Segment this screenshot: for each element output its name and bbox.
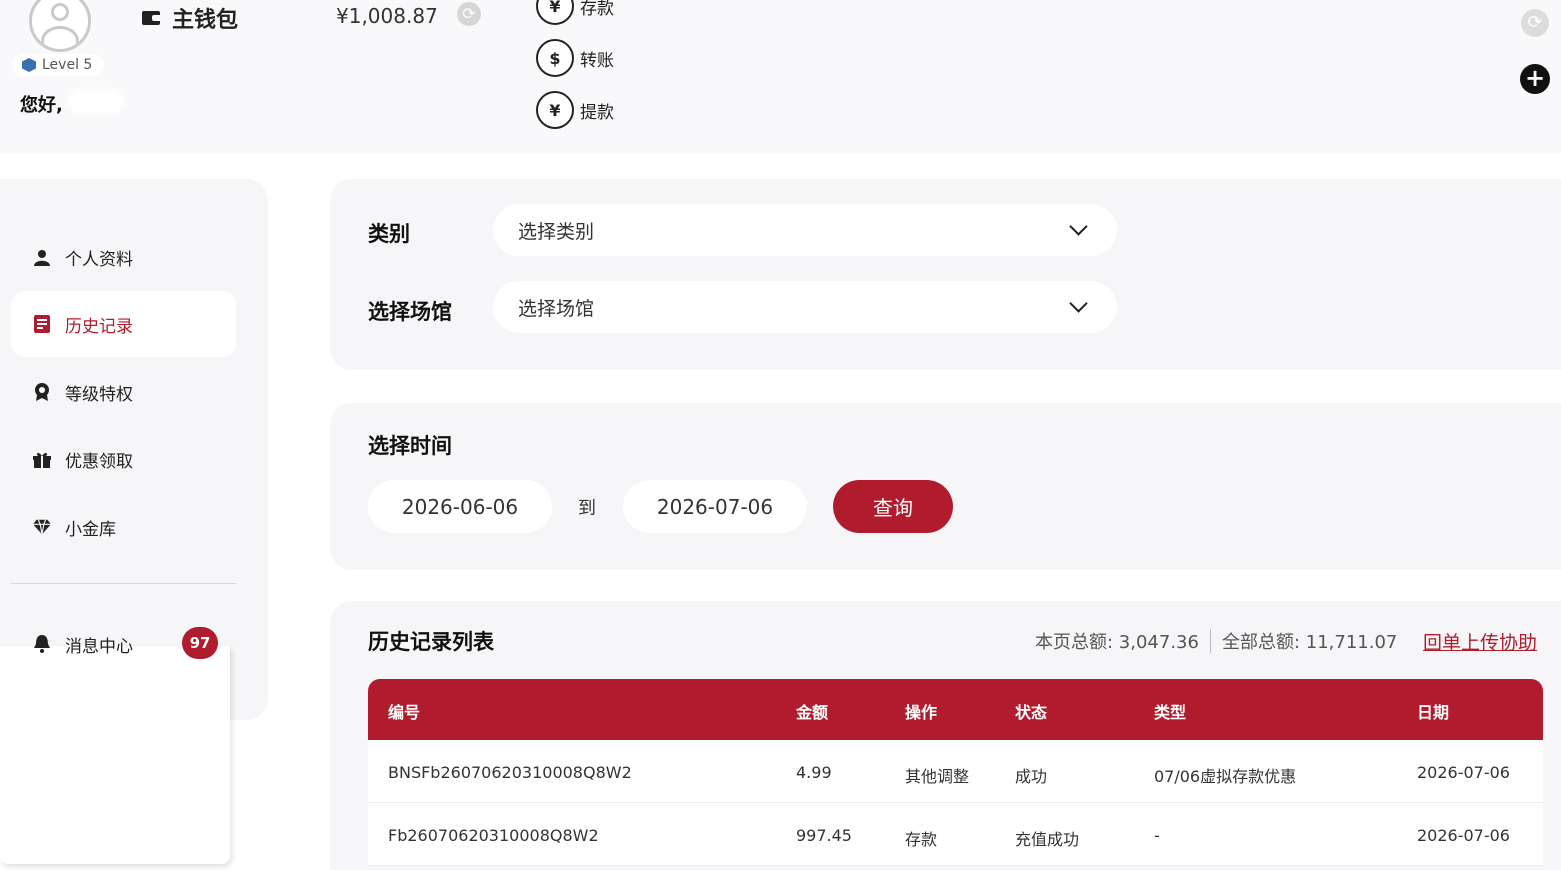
- totals-divider: [1209, 629, 1211, 653]
- withdraw-label: 提款: [580, 102, 614, 123]
- history-list-title: 历史记录列表: [368, 630, 494, 654]
- withdraw-action[interactable]: ¥ 提款: [536, 91, 614, 129]
- table-row[interactable]: Fb26070620310008Q8W2 997.45 存款 充值成功 - 20…: [368, 803, 1543, 866]
- cell-id: Fb26070620310008Q8W2: [388, 826, 599, 845]
- end-date-input[interactable]: 2026-07-06: [623, 480, 807, 533]
- history-totals: 本页总额: 3,047.36 全部总额: 11,711.07: [1035, 628, 1397, 654]
- cell-status: 成功: [1015, 767, 1048, 786]
- cell-amount: 4.99: [796, 763, 832, 782]
- username-blurred: [68, 90, 124, 114]
- column-header-type: 类型: [1154, 703, 1187, 722]
- sidebar-popup-panel: [0, 646, 230, 864]
- start-date-input[interactable]: 2026-06-06: [368, 480, 552, 533]
- cell-type: 07/06虚拟存款优惠: [1154, 767, 1297, 786]
- medal-icon: [33, 383, 51, 401]
- cell-type: -: [1154, 826, 1160, 845]
- cell-id: BNSFb26070620310008Q8W2: [388, 763, 632, 782]
- cell-status: 充值成功: [1015, 830, 1080, 849]
- sidebar-item-label: 小金库: [65, 519, 116, 540]
- greeting: 您好,: [20, 95, 63, 116]
- table-row[interactable]: BNSFb26070620310008Q8W2 4.99 其他调整 成功 07/…: [368, 740, 1543, 803]
- wallet-balance: ¥1,008.87: [336, 4, 438, 28]
- column-header-operation: 操作: [905, 703, 938, 722]
- sidebar-item-profile[interactable]: 个人资料: [11, 224, 236, 290]
- history-table: 编号 金额 操作 状态 类型 日期 BNSFb26070620310008Q8W…: [368, 679, 1543, 866]
- sidebar-item-promotions[interactable]: 优惠领取: [11, 426, 236, 492]
- gift-icon: [33, 450, 51, 468]
- cell-operation: 存款: [905, 830, 938, 849]
- sidebar-item-vault[interactable]: 小金库: [11, 494, 236, 560]
- venue-select[interactable]: 选择场馆: [493, 281, 1117, 333]
- account-header: Level 5 您好, 主钱包 ¥1,008.87 ⟳ ¥ 存款 $ 转账 ¥ …: [0, 0, 1561, 153]
- level-badge: Level 5: [12, 54, 105, 76]
- withdraw-icon: ¥: [536, 91, 574, 129]
- query-button[interactable]: 查询: [833, 480, 953, 533]
- deposit-action[interactable]: ¥ 存款: [536, 0, 614, 25]
- category-select-value: 选择类别: [518, 220, 595, 243]
- deposit-icon: ¥: [536, 0, 574, 25]
- sidebar-item-vip[interactable]: 等级特权: [11, 359, 236, 425]
- all-total: 全部总额: 11,711.07: [1221, 632, 1398, 653]
- bell-icon: [33, 635, 51, 653]
- transfer-icon: $: [536, 39, 574, 77]
- venue-select-value: 选择场馆: [518, 297, 595, 320]
- page-total: 本页总额: 3,047.36: [1035, 632, 1199, 653]
- sidebar-item-label: 优惠领取: [65, 451, 133, 472]
- column-header-id: 编号: [388, 703, 421, 722]
- column-header-date: 日期: [1417, 703, 1450, 722]
- sidebar-divider: [11, 583, 236, 584]
- avatar[interactable]: [29, 0, 91, 52]
- wallet-title-label: 主钱包: [172, 8, 239, 33]
- time-label: 选择时间: [368, 434, 452, 458]
- receipt-upload-link[interactable]: 回单上传协助: [1423, 628, 1537, 655]
- cell-date: 2026-07-06: [1417, 763, 1510, 782]
- column-header-status: 状态: [1015, 703, 1048, 722]
- level-gem-icon: [22, 58, 36, 72]
- refresh-balance-icon[interactable]: ⟳: [457, 2, 481, 26]
- main-wallet-title: 主钱包: [142, 2, 238, 34]
- diamond-icon: [33, 518, 51, 536]
- sidebar-item-label: 等级特权: [65, 384, 133, 405]
- refresh-all-icon[interactable]: ⟳: [1521, 9, 1549, 37]
- sidebar-item-label: 历史记录: [65, 316, 133, 337]
- date-range-separator: 到: [578, 498, 596, 519]
- cell-date: 2026-07-06: [1417, 826, 1510, 845]
- add-icon[interactable]: +: [1520, 64, 1550, 94]
- venue-label: 选择场馆: [368, 300, 452, 324]
- chevron-down-icon: [1069, 217, 1088, 236]
- category-label: 类别: [368, 222, 410, 246]
- sidebar-item-label: 消息中心: [65, 636, 133, 657]
- deposit-label: 存款: [580, 0, 614, 19]
- wallet-icon: [142, 9, 164, 27]
- message-count-badge: 97: [182, 627, 218, 659]
- category-select[interactable]: 选择类别: [493, 204, 1117, 256]
- column-header-amount: 金额: [796, 703, 829, 722]
- cell-amount: 997.45: [796, 826, 852, 845]
- chevron-down-icon: [1069, 294, 1088, 313]
- transfer-label: 转账: [580, 50, 614, 71]
- sidebar-item-label: 个人资料: [65, 249, 133, 270]
- document-icon: [33, 315, 51, 333]
- level-label: Level 5: [42, 57, 93, 73]
- sidebar-item-history[interactable]: 历史记录: [11, 291, 236, 357]
- transfer-action[interactable]: $ 转账: [536, 39, 614, 77]
- user-icon: [33, 248, 51, 266]
- table-header: 编号 金额 操作 状态 类型 日期: [368, 679, 1543, 740]
- cell-operation: 其他调整: [905, 767, 970, 786]
